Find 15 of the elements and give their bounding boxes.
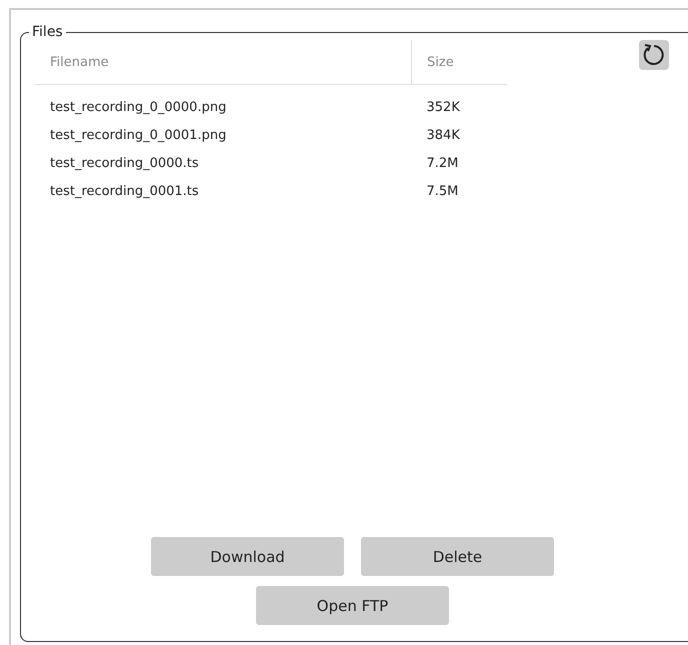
action-button[interactable]: Open FTP (256, 586, 449, 625)
table-cell-text: 7.2M (426, 154, 460, 172)
action-button[interactable]: Delete (361, 537, 554, 576)
table-cell-text: 384K (426, 126, 461, 144)
refresh-button[interactable] (639, 40, 669, 70)
table-cell-text: test_recording_0000.ts (49, 154, 200, 172)
table-cell: 352K (412, 84, 507, 121)
table-cell-text: 7.5M (426, 182, 460, 200)
table-cell-text: test_recording_0_0001.png (49, 126, 228, 144)
column-header[interactable]: Size (412, 40, 507, 84)
column-header[interactable]: Filename (35, 40, 412, 84)
table-cell-text: test_recording_0001.ts (49, 182, 200, 200)
action-button[interactable]: Download (151, 537, 344, 576)
panel-title: Files (31, 24, 64, 40)
table-cell: test_recording_0_0000.png (35, 84, 412, 121)
